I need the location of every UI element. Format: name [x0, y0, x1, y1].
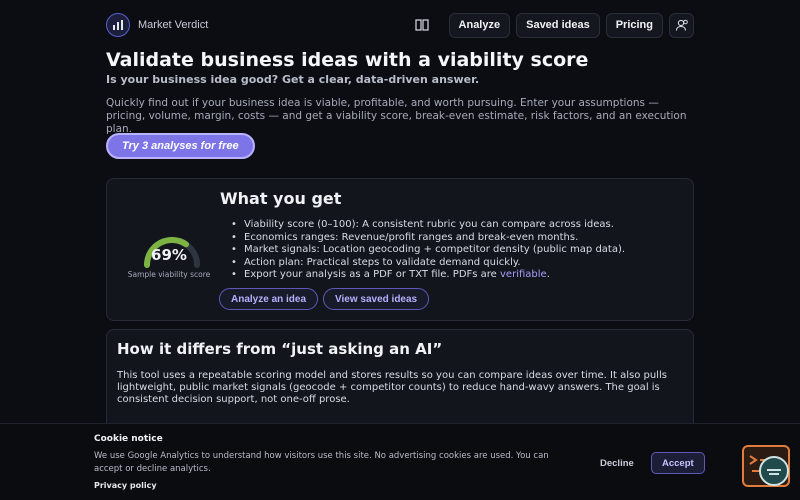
list-item: Viability score (0–100): A consistent ru…	[231, 219, 625, 232]
gauge-value: 69%	[151, 246, 187, 264]
chart-logo-icon	[106, 13, 130, 37]
list-item: Export your analysis as a PDF or TXT fil…	[231, 269, 625, 282]
assistant-avatar-icon[interactable]	[759, 456, 789, 486]
card-title: What you get	[220, 189, 342, 208]
gauge-caption: Sample viability score	[127, 270, 211, 279]
nav-pricing[interactable]: Pricing	[605, 12, 663, 38]
privacy-policy-link[interactable]: Privacy policy	[94, 481, 157, 490]
what-you-get-card: 69% Sample viability score What you get …	[106, 178, 694, 321]
user-account-button[interactable]	[669, 12, 694, 38]
verifiable-link[interactable]: verifiable	[500, 269, 547, 280]
view-saved-ideas-button[interactable]: View saved ideas	[323, 288, 430, 310]
viability-gauge: 69% Sample viability score	[117, 217, 227, 279]
list-item: Action plan: Practical steps to validate…	[231, 257, 625, 270]
brand-link[interactable]: Market Verdict	[106, 13, 208, 37]
export-end: .	[546, 269, 550, 281]
nav-saved-ideas[interactable]: Saved ideas	[516, 12, 600, 38]
cookie-banner: Cookie notice We use Google Analytics to…	[0, 423, 800, 500]
cookie-title: Cookie notice	[94, 434, 163, 444]
list-item: Economics ranges: Revenue/profit ranges …	[231, 232, 625, 245]
card-title: How it differs from “just asking an AI”	[117, 340, 443, 358]
site-header: Market Verdict Analyze Saved ideas Prici…	[106, 10, 694, 40]
nav-analyze[interactable]: Analyze	[448, 12, 511, 38]
accept-button[interactable]: Accept	[651, 452, 705, 474]
feature-list: Viability score (0–100): A consistent ru…	[231, 219, 625, 282]
decline-button[interactable]: Decline	[592, 452, 642, 474]
brand-name: Market Verdict	[138, 19, 209, 31]
card-actions: Analyze an idea View saved ideas	[219, 288, 430, 310]
free-trial-button[interactable]: Try 3 analyses for free	[106, 133, 255, 159]
book-icon[interactable]	[411, 14, 433, 36]
list-item: Market signals: Location geocoding + com…	[231, 244, 625, 257]
cookie-text: We use Google Analytics to understand ho…	[94, 451, 549, 474]
user-icon	[675, 19, 688, 31]
page-subtitle: Is your business idea good? Get a clear,…	[106, 73, 480, 86]
export-text: Export your analysis as a PDF or TXT fil…	[244, 269, 501, 281]
page-description: Quickly find out if your business idea i…	[106, 97, 687, 135]
analyze-idea-button[interactable]: Analyze an idea	[219, 288, 319, 310]
page-title: Validate business ideas with a viability…	[106, 49, 589, 71]
card-body: This tool uses a repeatable scoring mode…	[117, 370, 667, 405]
top-nav: Analyze Saved ideas Pricing	[411, 12, 694, 38]
